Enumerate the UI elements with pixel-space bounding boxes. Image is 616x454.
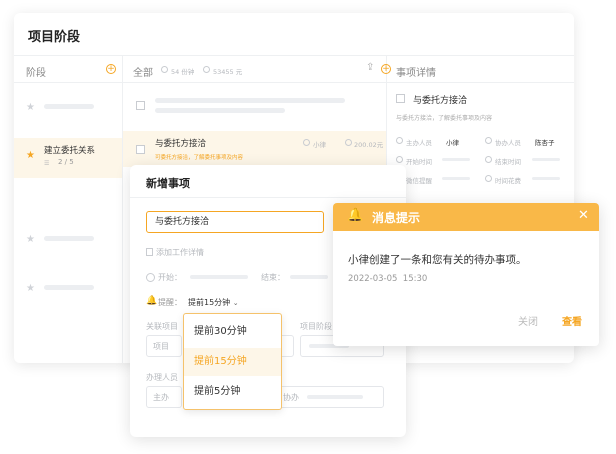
list-icon: ☰ [44, 160, 50, 167]
stage-name: 建立委托关系 [44, 146, 96, 156]
close-button[interactable]: 关闭 [518, 313, 538, 328]
person-icon [485, 137, 492, 144]
dropdown-option[interactable]: 提前30分钟 [184, 318, 281, 346]
export-icon[interactable]: ⇪ [366, 62, 374, 73]
remind-dropdown: 提前30分钟 提前15分钟 提前5分钟 [183, 313, 282, 410]
list-title: 全部 [133, 68, 153, 79]
assist-label: 协办人员 [495, 139, 521, 147]
stage-panel: 阶段 + ★ ★ 建立委托关系 ☰ 2 / 5 ★ ★ [14, 56, 123, 363]
stage-panel-title: 阶段 [26, 68, 46, 79]
task-checkbox[interactable] [136, 145, 145, 154]
task-name-input[interactable]: 与委托方接洽 [146, 211, 324, 233]
assist-value: 陈杏子 [535, 139, 555, 147]
modal-title: 新增事项 [146, 177, 190, 190]
doc-icon [146, 248, 153, 256]
stage-panel-divider [14, 82, 122, 83]
star-icon: ★ [26, 102, 35, 113]
detail-task-title: 与委托方接洽 [413, 96, 468, 106]
coin-icon [203, 66, 210, 73]
detail-checkbox[interactable] [396, 94, 405, 103]
start-input[interactable] [190, 275, 248, 279]
assist-select[interactable]: 协办 [278, 386, 384, 408]
start-label: 开始： [158, 273, 182, 282]
stage-item[interactable]: ★ [14, 94, 122, 122]
view-button[interactable]: 查看 [562, 313, 582, 328]
list-item-active[interactable]: 与委托方接洽 可委托方接洽，了解委托事项及内容 小律 200.02元 [123, 131, 386, 167]
list-amount: 53455 元 [213, 68, 243, 76]
notification-message: 小律创建了一条和您有关的待办事项。 [348, 254, 527, 266]
clock-icon [485, 156, 492, 163]
coin-icon [345, 139, 352, 146]
handler-label: 办理人员 [146, 373, 178, 382]
host-field: 主办 [153, 393, 169, 402]
close-icon[interactable]: ✕ [578, 208, 589, 223]
remind-value: 提前15分钟 [188, 298, 231, 307]
clock-icon [161, 66, 168, 73]
detail-title: 事项详情 [396, 68, 436, 79]
stage-item[interactable]: ★ [14, 226, 122, 254]
person-icon [396, 137, 403, 144]
end-time-label: 结束时间 [495, 158, 521, 166]
task-checkbox[interactable] [136, 101, 145, 110]
start-time-label: 开始时间 [406, 158, 432, 166]
dropdown-option[interactable]: 提前5分钟 [184, 378, 281, 406]
person-icon [303, 139, 310, 146]
stage-item[interactable]: ★ [14, 275, 122, 303]
detail-task-desc: 与委托方接洽，了解委托事项及内容 [396, 115, 493, 122]
chevron-down-icon: ⌄ [232, 299, 239, 307]
star-icon: ★ [26, 150, 35, 161]
owner-value: 小律 [446, 139, 459, 147]
stage-count: 2 / 5 [58, 158, 74, 166]
bell-icon: 🔔 [146, 296, 158, 306]
page-title: 项目阶段 [28, 30, 81, 45]
clock-icon [146, 273, 155, 282]
related-project-label: 关联项目 [146, 322, 178, 331]
clock-icon [485, 175, 492, 182]
stage-item-active[interactable]: ★ 建立委托关系 ☰ 2 / 5 [14, 138, 122, 178]
end-input[interactable] [290, 275, 328, 279]
list-item-title: 与委托方接洽 [155, 139, 207, 149]
dropdown-option-selected[interactable]: 提前15分钟 [184, 348, 281, 376]
list-panel-divider [123, 82, 386, 83]
cost-label: 时间花费 [495, 177, 521, 185]
assist-field: 协办 [283, 393, 299, 402]
notification-timestamp: 2022-03-05 15:30 [348, 274, 428, 284]
clock-icon [396, 156, 403, 163]
list-count: 54 份钟 [171, 68, 195, 76]
end-label: 结束： [261, 273, 285, 282]
bell-icon: 🔔 [347, 208, 364, 223]
owner-label: 主办人员 [406, 139, 432, 147]
add-detail-label: 添加工作详情 [156, 248, 204, 257]
remind-prefix: 提醒： [158, 298, 182, 307]
notification-popup: 🔔 消息提示 ✕ 小律创建了一条和您有关的待办事项。 2022-03-05 15… [333, 203, 599, 346]
list-item[interactable] [123, 90, 386, 120]
remind-select[interactable]: 提前15分钟 ⌄ [188, 297, 239, 308]
modal-title-divider [130, 197, 406, 198]
remind-label: 微信提醒 [406, 177, 432, 185]
notification-title: 消息提示 [372, 211, 421, 225]
host-select[interactable]: 主办 [146, 386, 182, 408]
star-icon: ★ [26, 234, 35, 245]
project-select[interactable]: 项目 [146, 335, 182, 357]
star-icon: ★ [26, 283, 35, 294]
project-stage-label: 项目阶段 [300, 322, 332, 331]
list-item-person: 小律 [313, 141, 326, 149]
detail-panel-divider [387, 82, 574, 83]
list-item-money: 200.02元 [354, 141, 384, 149]
add-stage-icon[interactable]: + [106, 64, 116, 74]
list-item-desc: 可委托方接洽，了解委托事项及内容 [155, 155, 244, 161]
project-field: 项目 [153, 342, 169, 351]
notification-header: 🔔 消息提示 ✕ [333, 203, 599, 231]
